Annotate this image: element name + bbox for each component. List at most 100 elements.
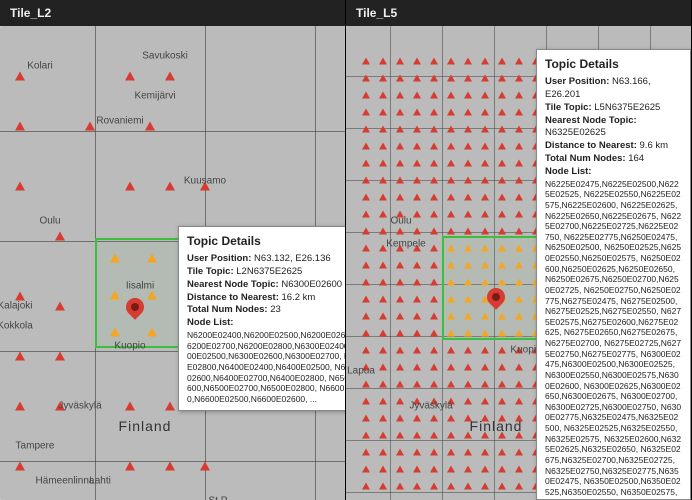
node-marker bbox=[362, 330, 370, 337]
node-marker bbox=[379, 75, 387, 82]
node-marker bbox=[55, 232, 65, 241]
node-marker bbox=[481, 347, 489, 354]
node-marker bbox=[515, 449, 523, 456]
node-marker bbox=[362, 92, 370, 99]
node-marker bbox=[362, 109, 370, 116]
node-marker bbox=[430, 126, 438, 133]
node-marker bbox=[515, 313, 523, 320]
node-marker bbox=[430, 347, 438, 354]
node-marker bbox=[362, 262, 370, 269]
map-l5[interactable]: Oulu Kempele Finland Jyväskylä Kuopio La… bbox=[346, 26, 691, 500]
node-marker bbox=[430, 58, 438, 65]
node-marker bbox=[498, 313, 506, 320]
node-marker bbox=[413, 432, 421, 439]
node-marker bbox=[430, 109, 438, 116]
node-marker bbox=[55, 352, 65, 361]
node-marker bbox=[379, 432, 387, 439]
node-marker bbox=[464, 126, 472, 133]
node-marker bbox=[481, 228, 489, 235]
node-marker bbox=[464, 177, 472, 184]
node-marker bbox=[481, 194, 489, 201]
node-marker bbox=[481, 279, 489, 286]
node-marker bbox=[413, 262, 421, 269]
node-marker bbox=[464, 194, 472, 201]
node-marker bbox=[147, 328, 157, 337]
node-marker bbox=[498, 483, 506, 490]
node-marker bbox=[15, 352, 25, 361]
node-marker bbox=[362, 126, 370, 133]
node-marker bbox=[447, 194, 455, 201]
node-marker bbox=[413, 194, 421, 201]
node-marker bbox=[413, 143, 421, 150]
node-marker bbox=[498, 262, 506, 269]
node-marker bbox=[447, 381, 455, 388]
node-marker bbox=[464, 160, 472, 167]
node-marker bbox=[498, 194, 506, 201]
node-marker bbox=[413, 330, 421, 337]
node-marker bbox=[481, 415, 489, 422]
node-marker bbox=[165, 182, 175, 191]
node-marker bbox=[481, 211, 489, 218]
node-marker bbox=[515, 126, 523, 133]
node-marker bbox=[379, 92, 387, 99]
node-marker bbox=[430, 364, 438, 371]
node-marker bbox=[396, 313, 404, 320]
node-marker bbox=[430, 483, 438, 490]
node-marker bbox=[362, 245, 370, 252]
node-marker bbox=[85, 122, 95, 131]
node-marker bbox=[396, 415, 404, 422]
node-marker bbox=[447, 330, 455, 337]
node-marker bbox=[447, 466, 455, 473]
node-marker bbox=[362, 432, 370, 439]
node-marker bbox=[362, 313, 370, 320]
node-marker bbox=[498, 160, 506, 167]
node-marker bbox=[481, 177, 489, 184]
topic-details-tooltip: Topic Details User Position: N63.132, E2… bbox=[178, 226, 345, 411]
node-marker bbox=[481, 313, 489, 320]
node-marker bbox=[362, 415, 370, 422]
node-marker bbox=[515, 381, 523, 388]
node-marker bbox=[396, 364, 404, 371]
node-marker bbox=[430, 415, 438, 422]
node-marker bbox=[515, 398, 523, 405]
node-marker bbox=[396, 330, 404, 337]
node-marker bbox=[515, 483, 523, 490]
node-marker bbox=[413, 398, 421, 405]
node-marker bbox=[447, 415, 455, 422]
node-marker bbox=[165, 402, 175, 411]
node-marker bbox=[125, 72, 135, 81]
node-marker bbox=[379, 194, 387, 201]
node-marker bbox=[498, 466, 506, 473]
tooltip-heading: Topic Details bbox=[545, 56, 682, 72]
node-marker bbox=[396, 483, 404, 490]
node-marker bbox=[481, 449, 489, 456]
node-marker bbox=[481, 126, 489, 133]
node-marker bbox=[413, 211, 421, 218]
node-marker bbox=[15, 462, 25, 471]
map-l2[interactable]: Oulu Iisalmi Kuopio Jyväskylä Tampere Fi… bbox=[0, 26, 345, 500]
node-marker bbox=[413, 92, 421, 99]
node-marker bbox=[464, 58, 472, 65]
node-marker bbox=[447, 347, 455, 354]
node-marker bbox=[55, 302, 65, 311]
node-marker bbox=[413, 364, 421, 371]
node-marker bbox=[515, 432, 523, 439]
node-marker bbox=[464, 466, 472, 473]
node-marker bbox=[481, 75, 489, 82]
node-marker bbox=[430, 245, 438, 252]
node-marker bbox=[379, 211, 387, 218]
node-marker bbox=[481, 364, 489, 371]
node-marker bbox=[515, 194, 523, 201]
node-marker bbox=[362, 364, 370, 371]
node-marker bbox=[396, 398, 404, 405]
node-marker bbox=[464, 364, 472, 371]
node-marker bbox=[362, 398, 370, 405]
node-marker bbox=[498, 398, 506, 405]
node-marker bbox=[447, 126, 455, 133]
node-marker bbox=[464, 75, 472, 82]
node-marker bbox=[15, 182, 25, 191]
node-marker bbox=[464, 415, 472, 422]
tooltip-heading: Topic Details bbox=[187, 233, 345, 249]
node-marker bbox=[413, 483, 421, 490]
node-marker bbox=[515, 245, 523, 252]
